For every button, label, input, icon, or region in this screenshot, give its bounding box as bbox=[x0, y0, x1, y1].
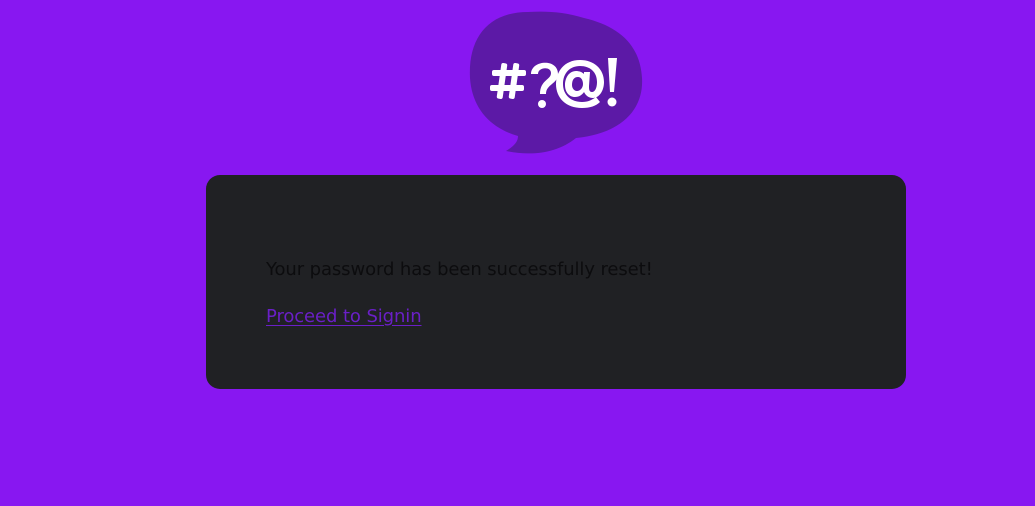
reset-success-page: Your password has been successfully rese… bbox=[0, 0, 1035, 506]
proceed-to-signin-link[interactable]: Proceed to Signin bbox=[266, 305, 422, 329]
speech-bubble-logo-icon bbox=[468, 8, 646, 156]
speech-bubble-shape bbox=[469, 11, 643, 154]
reset-success-card: Your password has been successfully rese… bbox=[206, 175, 906, 389]
success-message: Your password has been successfully rese… bbox=[266, 259, 653, 280]
